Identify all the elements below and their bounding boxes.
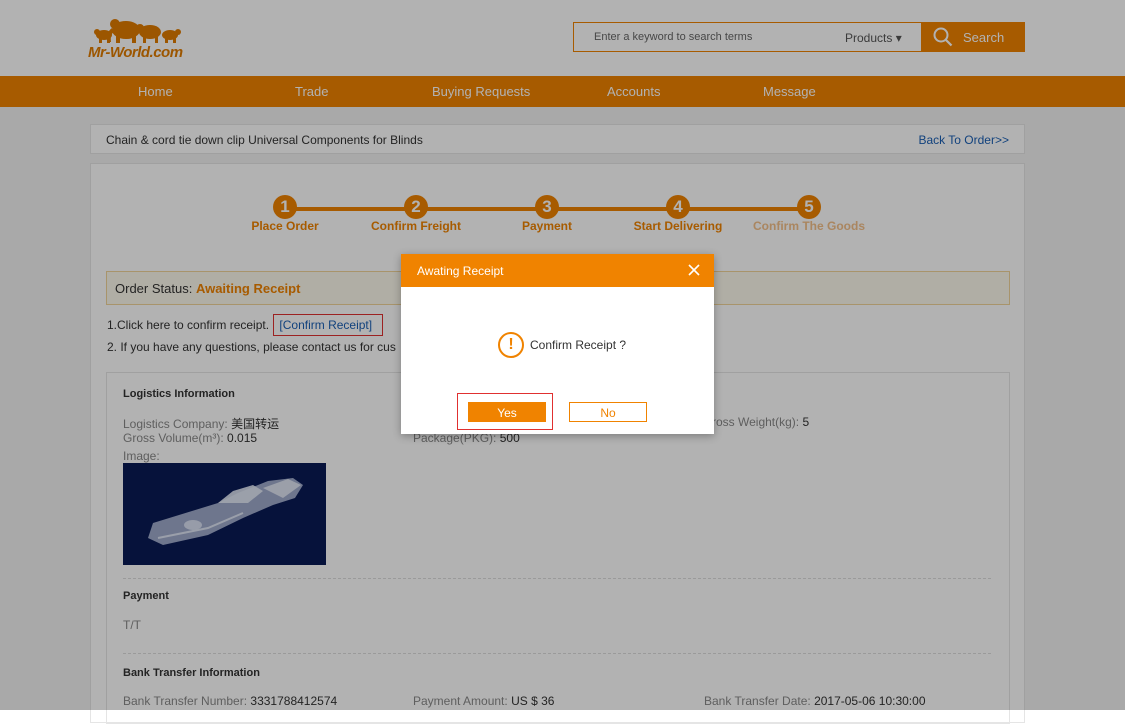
dialog-title: Awating Receipt	[417, 264, 504, 278]
yes-button[interactable]: Yes	[468, 402, 546, 422]
dialog-message-text: Confirm Receipt ?	[530, 338, 627, 352]
dialog-header: Awating Receipt	[401, 254, 714, 287]
no-button[interactable]: No	[569, 402, 647, 422]
exclamation-icon: !	[498, 332, 524, 358]
close-icon[interactable]	[686, 262, 702, 278]
confirm-receipt-dialog: Awating Receipt ! Confirm Receipt ? Yes …	[401, 254, 714, 434]
